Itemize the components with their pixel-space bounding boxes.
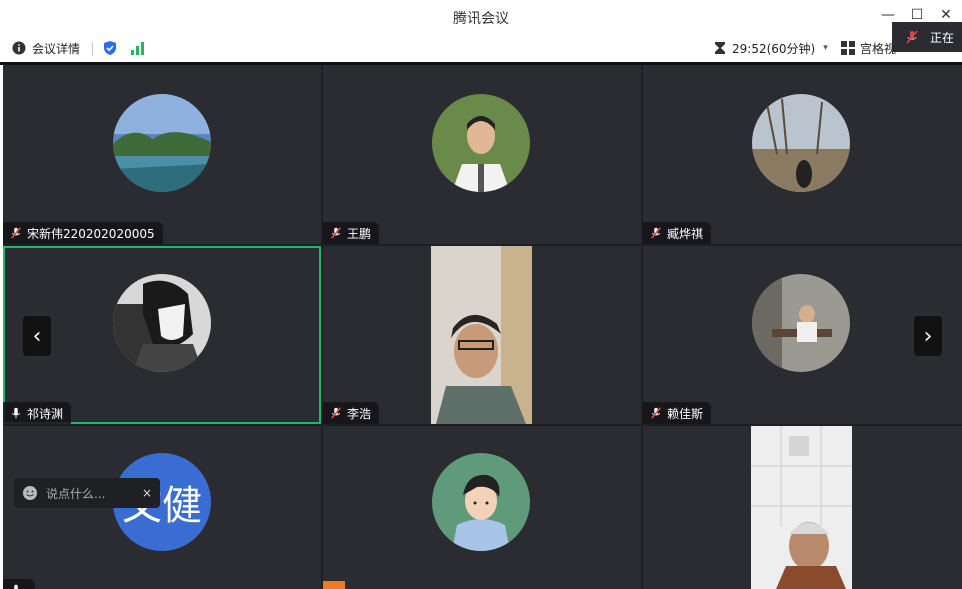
- meeting-toolbar: 会议详情 29:52(60分钟) ▾ 宫格视: [0, 34, 962, 62]
- participant-tile[interactable]: 臧烨祺: [643, 65, 962, 244]
- timer-text: 29:52(60分钟): [732, 41, 816, 56]
- participant-name: 宋新伟220202020005: [27, 226, 155, 241]
- participant-tile[interactable]: [323, 426, 641, 589]
- participant-tile[interactable]: › 赖佳斯: [643, 246, 962, 424]
- mic-muted-icon: [906, 30, 918, 44]
- chevron-right-icon: ›: [923, 323, 933, 349]
- grid-view-label: 宫格视: [860, 41, 897, 56]
- close-icon[interactable]: ×: [142, 486, 152, 500]
- mic-muted-icon: [331, 407, 341, 419]
- previous-page-button[interactable]: ‹: [23, 316, 51, 356]
- participant-name: 臧烨祺: [667, 226, 704, 241]
- participant-tile[interactable]: 宋新伟220202020005: [3, 65, 321, 244]
- mic-muted-icon: [331, 227, 341, 239]
- chevron-down-icon[interactable]: ▾: [823, 43, 828, 53]
- next-page-button[interactable]: ›: [914, 316, 942, 356]
- mic-muted-icon: [651, 227, 661, 239]
- participant-tile[interactable]: 王鹏: [323, 65, 641, 244]
- participant-tile[interactable]: [643, 426, 962, 589]
- participant-name-tag: [3, 579, 35, 589]
- grid-view-button[interactable]: 宫格视: [841, 38, 896, 58]
- participant-tile[interactable]: 李浩: [323, 246, 641, 424]
- mic-icon: [14, 584, 18, 589]
- participant-tile-active[interactable]: ‹ 祁诗渊: [3, 246, 321, 424]
- chevron-left-icon: ‹: [32, 323, 42, 349]
- avatar: [432, 94, 530, 192]
- host-badge: [323, 581, 345, 589]
- mic-muted-icon: [651, 407, 661, 419]
- chat-input[interactable]: 说点什么... ×: [14, 478, 160, 508]
- window-title: 腾讯会议: [453, 11, 509, 27]
- participant-name-tag: 臧烨祺: [643, 222, 712, 244]
- participant-name-tag: 宋新伟220202020005: [3, 222, 163, 244]
- hourglass-icon: [715, 42, 725, 54]
- info-icon: [12, 41, 26, 55]
- avatar: [752, 94, 850, 192]
- avatar: [113, 94, 211, 192]
- divider: [92, 42, 93, 56]
- chat-placeholder: 说点什么...: [46, 486, 106, 501]
- video-grid: 宋新伟220202020005 王鹏 臧烨祺 ‹ 祁诗渊 李浩 › 赖佳斯 文健…: [3, 65, 962, 589]
- avatar: [113, 274, 211, 372]
- participant-name: 赖佳斯: [667, 406, 704, 421]
- timer: 29:52(60分钟) ▾: [714, 38, 828, 58]
- mic-muted-icon: [11, 227, 21, 239]
- meeting-details-button[interactable]: 会议详情: [12, 38, 80, 58]
- mic-icon: [12, 407, 20, 419]
- video-feed: [751, 426, 852, 589]
- participant-name-tag: 王鹏: [323, 222, 380, 244]
- participant-name: 祁诗渊: [27, 406, 64, 421]
- signal-icon[interactable]: [130, 40, 146, 56]
- grid-icon: [841, 41, 855, 55]
- participant-name-tag: 赖佳斯: [643, 402, 712, 424]
- status-text: 正在: [930, 30, 955, 45]
- participant-name-tag: 李浩: [323, 402, 380, 424]
- avatar: [432, 453, 530, 551]
- avatar: [752, 274, 850, 372]
- participant-name-tag: 祁诗渊: [3, 402, 72, 424]
- video-feed: [431, 246, 532, 424]
- meeting-details-label: 会议详情: [32, 41, 81, 56]
- participant-name: 李浩: [347, 406, 372, 421]
- participant-name: 王鹏: [347, 226, 372, 241]
- shield-icon[interactable]: [102, 40, 118, 56]
- status-indicator: 正在: [892, 22, 962, 52]
- emoji-icon[interactable]: [22, 485, 38, 501]
- title-bar: 腾讯会议 — ☐ ✕: [0, 0, 962, 34]
